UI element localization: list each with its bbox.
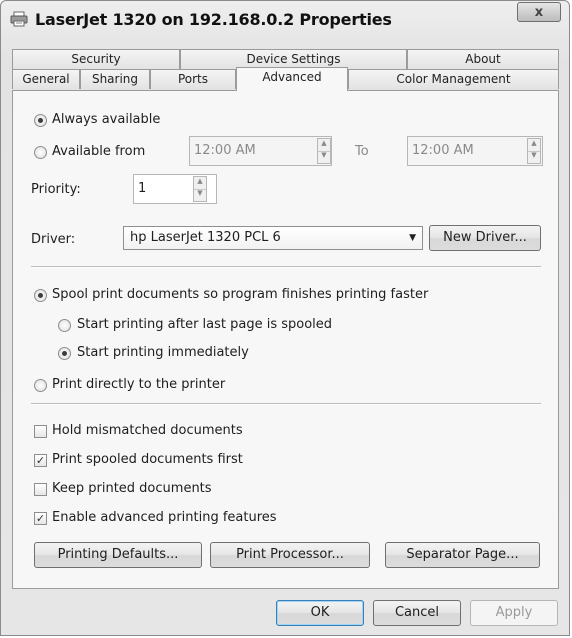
divider bbox=[31, 266, 541, 268]
driver-select[interactable]: hp LaserJet 1320 PCL 6 ▼ bbox=[123, 226, 423, 250]
to-label: To bbox=[355, 144, 369, 159]
available-from-radio[interactable] bbox=[34, 146, 47, 159]
from-time-field[interactable]: 12:00 AM bbox=[189, 136, 332, 166]
always-available-label: Always available bbox=[52, 112, 161, 127]
always-available-radio[interactable] bbox=[34, 114, 47, 127]
hold-mismatched-label: Hold mismatched documents bbox=[52, 423, 243, 438]
to-time-field[interactable]: 12:00 AM bbox=[407, 136, 543, 166]
driver-select-value: hp LaserJet 1320 PCL 6 bbox=[130, 230, 281, 245]
checkmark-icon: ✓ bbox=[35, 512, 46, 525]
chevron-down-icon: ▼ bbox=[409, 233, 416, 243]
driver-label: Driver: bbox=[31, 232, 76, 247]
available-from-label: Available from bbox=[52, 144, 146, 159]
priority-spinner[interactable]: ▲ ▼ bbox=[193, 176, 207, 202]
start-immediately-radio[interactable] bbox=[58, 347, 71, 360]
printer-icon bbox=[10, 11, 28, 27]
tab-strip: Security Device Settings About General S… bbox=[12, 49, 559, 91]
start-after-last-radio[interactable] bbox=[58, 319, 71, 332]
window-title: LaserJet 1320 on 192.168.0.2 Properties bbox=[35, 10, 392, 29]
cancel-button[interactable]: Cancel bbox=[373, 600, 461, 626]
title-bar: LaserJet 1320 on 192.168.0.2 Properties … bbox=[1, 1, 569, 39]
tab-advanced[interactable]: Advanced bbox=[236, 67, 348, 91]
tab-color-management[interactable]: Color Management bbox=[348, 69, 559, 89]
from-time-spinner[interactable]: ▲ ▼ bbox=[317, 138, 331, 164]
hold-mismatched-checkbox[interactable] bbox=[34, 425, 47, 438]
divider bbox=[31, 403, 541, 405]
priority-label: Priority: bbox=[31, 182, 81, 197]
to-time-spinner[interactable]: ▲ ▼ bbox=[527, 138, 541, 164]
start-immediately-label: Start printing immediately bbox=[77, 345, 249, 360]
start-after-last-label: Start printing after last page is spoole… bbox=[77, 317, 333, 332]
print-spooled-first-checkbox[interactable]: ✓ bbox=[34, 454, 47, 467]
print-direct-radio[interactable] bbox=[34, 379, 47, 392]
tab-device-settings[interactable]: Device Settings bbox=[180, 49, 407, 69]
separator-page-button[interactable]: Separator Page... bbox=[385, 542, 540, 568]
tab-general[interactable]: General bbox=[12, 69, 80, 89]
close-icon: x bbox=[534, 4, 544, 20]
spin-down-icon: ▼ bbox=[531, 151, 537, 159]
close-button[interactable]: x bbox=[517, 2, 561, 22]
tab-ports[interactable]: Ports bbox=[150, 69, 236, 89]
spool-radio[interactable] bbox=[34, 289, 47, 302]
keep-printed-label: Keep printed documents bbox=[52, 481, 212, 496]
advanced-panel: Always available Available from 12:00 AM… bbox=[12, 90, 559, 589]
enable-advanced-label: Enable advanced printing features bbox=[52, 510, 277, 525]
enable-advanced-checkbox[interactable]: ✓ bbox=[34, 512, 47, 525]
print-processor-button[interactable]: Print Processor... bbox=[210, 542, 370, 568]
print-spooled-first-label: Print spooled documents first bbox=[52, 452, 243, 467]
tab-about[interactable]: About bbox=[407, 49, 559, 69]
print-direct-label: Print directly to the printer bbox=[52, 377, 226, 392]
ok-button[interactable]: OK bbox=[276, 600, 364, 626]
properties-dialog: LaserJet 1320 on 192.168.0.2 Properties … bbox=[0, 0, 570, 636]
spin-down-icon: ▼ bbox=[321, 151, 327, 159]
keep-printed-checkbox[interactable] bbox=[34, 483, 47, 496]
spool-label: Spool print documents so program finishe… bbox=[52, 287, 429, 302]
spin-down-icon: ▼ bbox=[197, 189, 203, 197]
printing-defaults-button[interactable]: Printing Defaults... bbox=[34, 542, 202, 568]
new-driver-button[interactable]: New Driver... bbox=[429, 225, 541, 251]
tab-sharing[interactable]: Sharing bbox=[80, 69, 150, 89]
apply-button[interactable]: Apply bbox=[470, 600, 558, 626]
tab-security[interactable]: Security bbox=[12, 49, 180, 69]
checkmark-icon: ✓ bbox=[35, 454, 46, 467]
